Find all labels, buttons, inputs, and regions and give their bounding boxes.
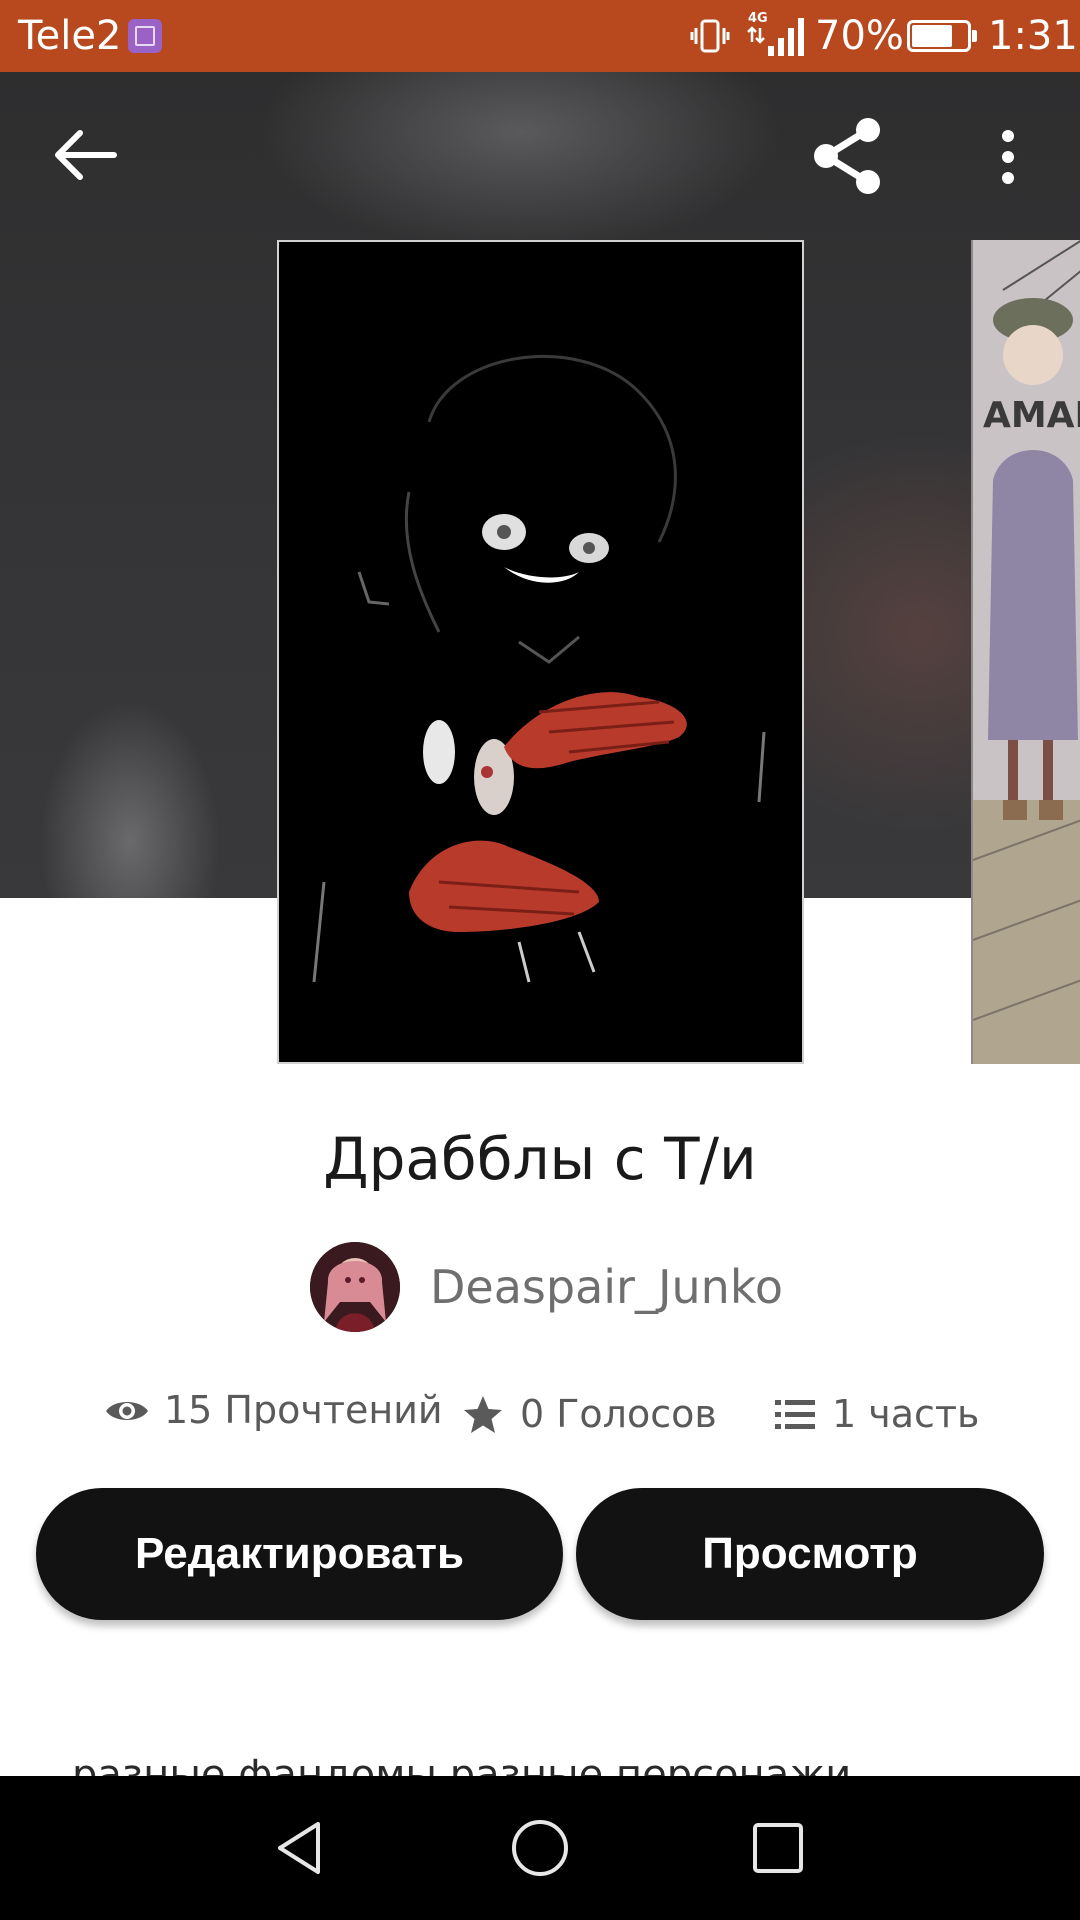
more-options-button[interactable] xyxy=(990,122,1030,192)
reads-count: 15 Прочтений xyxy=(164,1388,443,1432)
network-type: 4G xyxy=(748,11,768,26)
book-cover[interactable] xyxy=(277,240,804,1064)
nav-home-button[interactable] xyxy=(510,1818,570,1878)
status-bar: Tele2 4G 70% 1:31 xyxy=(0,0,1080,72)
battery-icon xyxy=(907,20,977,52)
book-title: Драбблы с Т/и xyxy=(323,1125,757,1193)
nav-recents-button[interactable] xyxy=(752,1822,804,1874)
avatar-image xyxy=(310,1242,400,1332)
author-name[interactable]: Deaspair_Junko xyxy=(430,1260,783,1314)
cover-artwork xyxy=(279,242,802,1062)
next-cover-title: AMAH xyxy=(983,395,1080,436)
eye-icon xyxy=(106,1402,148,1420)
next-cover-artwork xyxy=(973,240,1080,1064)
star-icon xyxy=(464,1396,502,1433)
parts-count: 1 часть xyxy=(832,1392,980,1436)
list-icon xyxy=(775,1400,815,1429)
votes-count: 0 Голосов xyxy=(520,1392,717,1436)
clock: 1:31 xyxy=(988,13,1078,59)
author-avatar[interactable] xyxy=(310,1242,400,1332)
nav-back-button[interactable] xyxy=(270,1818,330,1878)
next-book-cover[interactable]: AMAH xyxy=(971,240,1080,1064)
more-vertical-icon xyxy=(1002,130,1014,184)
arrow-left-icon xyxy=(55,130,117,180)
back-button[interactable] xyxy=(50,125,120,185)
share-icon xyxy=(814,118,880,194)
vibrate-icon xyxy=(690,19,730,53)
edit-button[interactable]: Редактировать xyxy=(36,1488,563,1620)
battery-percent: 70% xyxy=(815,13,904,59)
share-button[interactable] xyxy=(810,116,886,196)
signal-icon: 4G xyxy=(747,11,804,56)
carrier-label: Tele2 xyxy=(18,13,122,59)
gallery-icon xyxy=(128,19,162,53)
view-button[interactable]: Просмотр xyxy=(576,1488,1044,1620)
